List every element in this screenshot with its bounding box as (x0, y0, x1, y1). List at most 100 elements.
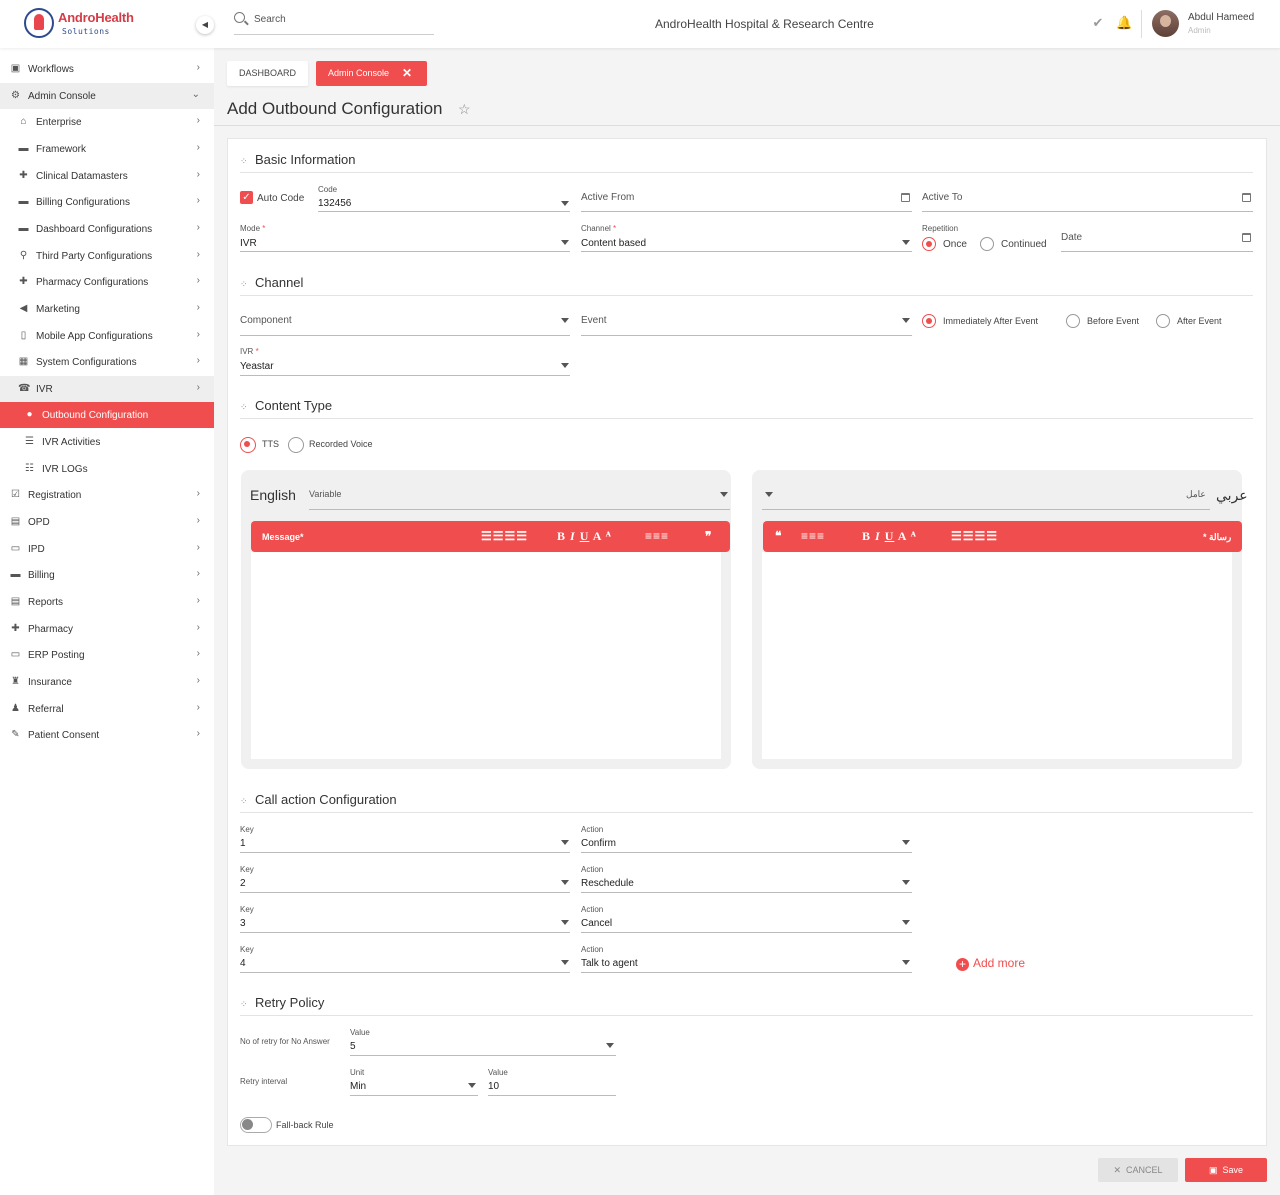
list-icon[interactable]: ≡≡≡ (645, 529, 669, 543)
bell-icon[interactable]: 🔔 (1116, 16, 1132, 30)
before-event-radio[interactable] (1066, 314, 1080, 328)
chevron-down-icon[interactable] (902, 840, 910, 845)
chevron-right-icon[interactable]: › (197, 169, 200, 180)
chevron-right-icon[interactable]: › (197, 115, 200, 126)
action-select[interactable]: Cancel (581, 918, 612, 929)
chevron-right-icon[interactable]: › (197, 329, 200, 340)
chevron-right-icon[interactable]: › (197, 595, 200, 606)
chevron-right-icon[interactable]: › (197, 302, 200, 313)
auto-code-checkbox[interactable]: ✓ (240, 191, 253, 204)
sidebar-item-opd[interactable]: ▤ OPD › (0, 509, 214, 535)
chevron-right-icon[interactable]: › (197, 222, 200, 233)
sidebar-item-outbound-configuration[interactable]: ● Outbound Configuration (0, 402, 214, 429)
chevron-down-icon[interactable] (902, 240, 910, 245)
action-select[interactable]: Reschedule (581, 878, 634, 889)
align-icon[interactable]: ☰☰☰☰ (951, 529, 998, 543)
key-select[interactable]: 4 (240, 958, 246, 969)
chevron-right-icon[interactable]: › (197, 542, 200, 553)
search-input[interactable]: Search (234, 10, 434, 35)
chevron-down-icon[interactable] (561, 363, 569, 368)
sidebar-item-enterprise[interactable]: ⌂ Enterprise › (0, 109, 214, 135)
chevron-right-icon[interactable]: › (197, 62, 200, 73)
brand-logo[interactable]: AndroHealth Solutions (24, 8, 134, 40)
list-icon[interactable]: ≡≡≡ (801, 529, 825, 543)
active-to-field[interactable]: Active To (922, 192, 962, 203)
active-from-field[interactable]: Active From (581, 192, 634, 203)
arabic-variable-select[interactable]: عامل (1186, 489, 1206, 500)
tab-admin-console[interactable]: Admin Console ✕ (316, 61, 427, 86)
tts-radio[interactable] (240, 437, 256, 453)
sidebar-item-system-configurations[interactable]: ▦ System Configurations › (0, 349, 214, 375)
sidebar-item-pharmacy[interactable]: ✚ Pharmacy › (0, 616, 214, 642)
chevron-down-icon[interactable] (902, 920, 910, 925)
code-field[interactable]: 132456 (318, 198, 351, 209)
once-radio[interactable] (922, 237, 936, 251)
channel-select[interactable]: Content based (581, 238, 646, 249)
calendar-icon[interactable] (1242, 193, 1251, 202)
chevron-right-icon[interactable]: › (197, 515, 200, 526)
chevron-down-icon[interactable] (606, 1043, 614, 1048)
chevron-down-icon[interactable] (902, 318, 910, 323)
sidebar-item-ivr[interactable]: ☎ IVR › (0, 375, 214, 402)
date-field[interactable]: Date (1061, 232, 1082, 243)
key-select[interactable]: 1 (240, 838, 246, 849)
chevron-right-icon[interactable]: › (197, 275, 200, 286)
chevron-right-icon[interactable]: › (197, 382, 200, 393)
chevron-down-icon[interactable] (561, 960, 569, 965)
recorded-voice-radio[interactable] (288, 437, 304, 453)
chevron-down-icon[interactable] (720, 492, 728, 497)
chevron-down-icon[interactable] (902, 960, 910, 965)
chevron-right-icon[interactable]: › (197, 195, 200, 206)
close-icon[interactable]: ✕ (402, 61, 412, 86)
quote-icon[interactable]: ❞ (705, 529, 712, 543)
quote-icon[interactable]: ❝ (775, 529, 782, 543)
sidebar-item-third-party-configurations[interactable]: ⚲ Third Party Configurations › (0, 243, 214, 269)
unit-select[interactable]: Min (350, 1081, 366, 1092)
avatar[interactable] (1152, 10, 1179, 37)
sidebar-item-dashboard-configurations[interactable]: ▬ Dashboard Configurations › (0, 216, 214, 242)
chevron-right-icon[interactable]: › (197, 249, 200, 260)
chevron-right-icon[interactable]: › (197, 622, 200, 633)
sidebar-item-reports[interactable]: ▤ Reports › (0, 589, 214, 615)
user-name[interactable]: Abdul Hameed (1188, 12, 1254, 23)
chevron-down-icon[interactable]: ⌄ (192, 89, 200, 100)
chevron-down-icon[interactable] (561, 840, 569, 845)
sidebar-item-framework[interactable]: ▬ Framework › (0, 136, 214, 162)
sidebar-item-referral[interactable]: ♟ Referral › (0, 696, 214, 722)
sidebar-item-billing-configurations[interactable]: ▬ Billing Configurations › (0, 189, 214, 215)
sidebar-item-registration[interactable]: ☑ Registration › (0, 482, 214, 508)
calendar-icon[interactable] (1242, 233, 1251, 242)
immediately-after-event-radio[interactable] (922, 314, 936, 328)
retry-value-select[interactable]: 5 (350, 1041, 356, 1052)
align-icon[interactable]: ☰☰☰☰ (481, 529, 528, 543)
chevron-right-icon[interactable]: › (197, 488, 200, 499)
chevron-down-icon[interactable] (561, 880, 569, 885)
chevron-right-icon[interactable]: › (197, 568, 200, 579)
key-select[interactable]: 3 (240, 918, 246, 929)
sidebar-item-patient-consent[interactable]: ✎ Patient Consent › (0, 722, 214, 748)
chevron-right-icon[interactable]: › (197, 728, 200, 739)
sidebar-item-workflows[interactable]: ▣ Workflows › (0, 56, 214, 82)
sidebar-item-admin-console[interactable]: ⚙ Admin Console ⌄ (0, 82, 214, 109)
add-more-button[interactable]: + Add more (956, 956, 1025, 971)
sidebar-item-ivr-logs[interactable]: ☷ IVR LOGs (0, 456, 214, 482)
sidebar-item-erp-posting[interactable]: ▭ ERP Posting › (0, 642, 214, 668)
chevron-right-icon[interactable]: › (197, 675, 200, 686)
format-icon[interactable]: B I U A ᴬ (862, 529, 917, 544)
english-message-area[interactable] (251, 552, 721, 759)
sidebar-item-insurance[interactable]: ♜ Insurance › (0, 669, 214, 695)
cancel-button[interactable]: ✕ CANCEL (1098, 1158, 1178, 1182)
chevron-down-icon[interactable] (561, 201, 569, 206)
save-button[interactable]: ▣ Save (1185, 1158, 1267, 1182)
sidebar-item-mobile-app-configurations[interactable]: ▯ Mobile App Configurations › (0, 323, 214, 349)
fallback-toggle[interactable] (240, 1117, 272, 1133)
verified-icon[interactable]: ✔ (1091, 16, 1105, 30)
format-icon[interactable]: B I U A ᴬ (557, 529, 612, 544)
chevron-down-icon[interactable] (561, 318, 569, 323)
arabic-message-area[interactable] (762, 552, 1232, 759)
tab-dashboard[interactable]: DASHBOARD (227, 61, 309, 86)
sidebar-item-ipd[interactable]: ▭ IPD › (0, 536, 214, 562)
after-event-radio[interactable] (1156, 314, 1170, 328)
continued-radio[interactable] (980, 237, 994, 251)
variable-select[interactable]: Variable (309, 489, 341, 499)
